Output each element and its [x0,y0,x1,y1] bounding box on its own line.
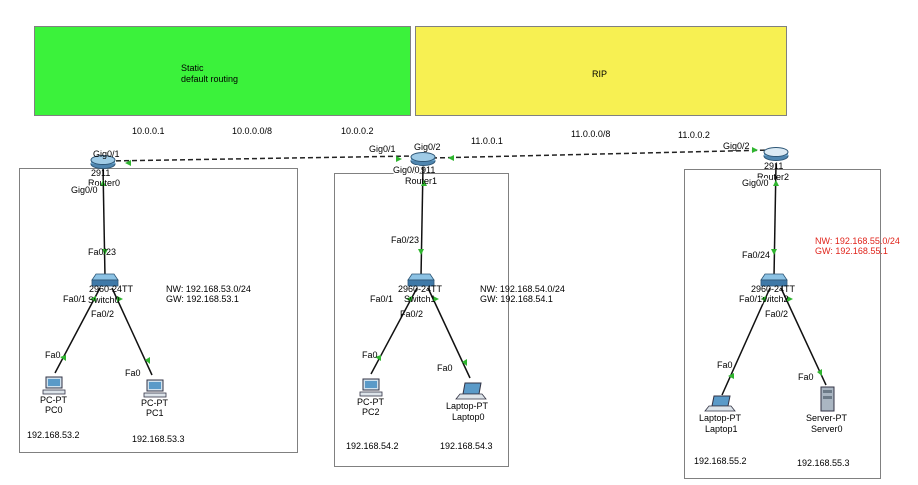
pc0-ip: 192.168.53.2 [27,430,80,440]
switch1-name: Switch1 [404,294,436,304]
link-status-indicators [60,147,822,379]
switch1-port-b: Fa0/2 [400,309,423,319]
laptop-icon[interactable] [455,382,487,400]
router-icon[interactable] [763,147,789,161]
switch2-model: 2960-24TT [751,284,796,294]
pc-icon[interactable] [42,376,66,395]
pc-icon[interactable] [143,379,167,398]
router2-port-wan: Gig0/2 [723,141,750,151]
r1-wan-ip-left: 10.0.0.2 [341,126,374,136]
pc2-type: PC-PT [357,397,385,407]
pc1-port: Fa0 [125,368,141,378]
laptop0-name: Laptop0 [452,412,485,422]
switch1-model: 2960-24TT [398,284,443,294]
router1-port-wan-left: Gig0/1 [369,144,396,154]
lan2-network: NW: 192.168.55.0/24 [815,236,900,246]
switch0-port-b: Fa0/2 [91,309,114,319]
switch1-port-a: Fa0/1 [370,294,393,304]
router0-port-lan: Gig0/0 [71,185,98,195]
switch0-port-a: Fa0/1 [63,294,86,304]
switch2-port-a: Fa0/1 [739,294,762,304]
pc1-ip: 192.168.53.3 [132,434,185,444]
switch2-uplink: Fa0/24 [742,250,770,260]
r2-wan-ip: 11.0.0.2 [678,130,710,140]
r1-r2-network: 11.0.0.0/8 [571,129,610,139]
r1-wan-ip-right: 11.0.0.1 [471,136,503,146]
laptop1-type: Laptop-PT [699,413,742,423]
r0-wan-ip: 10.0.0.1 [132,126,165,136]
switch0-uplink: Fa0/23 [88,247,116,257]
server0-ip: 192.168.55.3 [797,458,850,468]
server0-type: Server-PT [806,413,848,423]
pc1-type: PC-PT [141,398,169,408]
link-router0-router1[interactable] [107,155,415,162]
pc2-ip: 192.168.54.2 [346,441,399,451]
link-router1-router2[interactable] [431,149,773,159]
router1-name: Router1 [405,176,437,186]
link-switch2-laptop1[interactable] [721,287,771,396]
laptop0-port: Fa0 [437,363,453,373]
pc2-port: Fa0 [362,350,378,360]
lan0-gateway: GW: 192.168.53.1 [166,294,239,304]
r0-r1-network: 10.0.0.0/8 [232,126,272,136]
lan2-gateway: GW: 192.168.55.1 [815,246,888,256]
server0-name: Server0 [811,424,843,434]
laptop0-ip: 192.168.54.3 [440,441,493,451]
lan0-network: NW: 192.168.53.0/24 [166,284,251,294]
pc-icon[interactable] [359,378,383,397]
network-topology: 10.0.0.1 10.0.0.0/8 10.0.0.2 11.0.0.1 11… [27,126,900,468]
router0-model: 2911 [91,168,110,178]
switch0-model: 2960-24TT [89,284,134,294]
pc2-name: PC2 [362,407,380,417]
laptop1-ip: 192.168.55.2 [694,456,747,466]
laptop-icon[interactable] [704,395,736,412]
switch1-uplink: Fa0/23 [391,235,419,245]
laptop1-port: Fa0 [717,360,733,370]
pc0-name: PC0 [45,405,63,415]
router0-port-wan: Gig0/1 [93,149,120,159]
server0-port: Fa0 [798,372,814,382]
laptop0-type: Laptop-PT [446,401,489,411]
pc1-name: PC1 [146,408,164,418]
server-icon[interactable] [820,386,835,412]
router1-port-lan: Gig0/0 [393,165,420,175]
pc0-port: Fa0 [45,350,61,360]
router2-port-lan: Gig0/0 [742,178,769,188]
lan1-network: NW: 192.168.54.0/24 [480,284,565,294]
switch2-port-b: Fa0/2 [765,309,788,319]
switch0-name: Switch0 [88,295,120,305]
pc0-type: PC-PT [40,395,68,405]
router-icon[interactable] [410,152,436,166]
router1-port-wan-right: Gig0/2 [414,142,441,152]
laptop1-name: Laptop1 [705,424,738,434]
router2-model: 2911 [764,161,783,171]
lan1-gateway: GW: 192.168.54.1 [480,294,553,304]
